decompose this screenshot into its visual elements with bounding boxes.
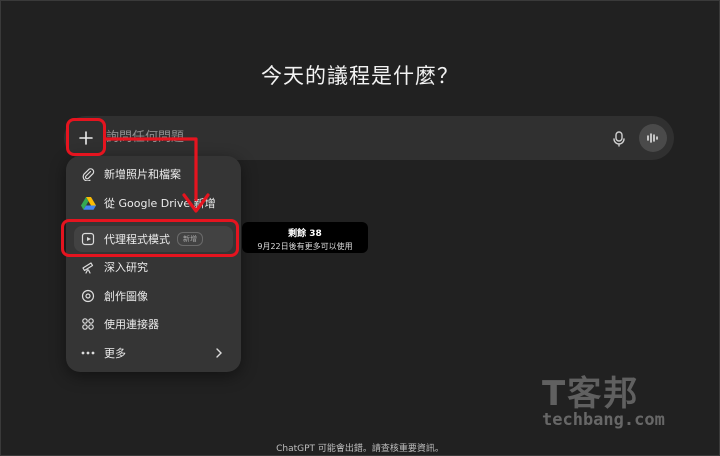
more-dots-icon bbox=[80, 345, 96, 361]
menu-item-label: 創作圖像 bbox=[104, 290, 148, 303]
tooltip-remaining: 剩餘 38 bbox=[288, 229, 322, 239]
watermark-logo: T客邦 bbox=[542, 374, 640, 414]
menu-item-create-image[interactable]: 創作圖像 bbox=[74, 283, 233, 309]
chevron-right-icon bbox=[216, 348, 222, 358]
voice-mode-button[interactable] bbox=[639, 124, 667, 152]
tooltip-reset-note: 9月22日後有更多可以使用 bbox=[257, 242, 353, 251]
telescope-icon bbox=[80, 259, 96, 275]
menu-item-connectors[interactable]: 使用連接器 bbox=[74, 311, 233, 337]
microphone-button[interactable] bbox=[608, 128, 630, 150]
usage-tooltip: 剩餘 38 9月22日後有更多可以使用 bbox=[242, 222, 368, 253]
annotation-arrow bbox=[104, 137, 210, 213]
menu-item-more[interactable]: 更多 bbox=[74, 340, 233, 366]
microphone-icon bbox=[613, 131, 625, 147]
techbang-watermark: T客邦 techbang.com bbox=[538, 366, 708, 436]
page-headline: 今天的議程是什麼？ bbox=[261, 64, 459, 88]
image-create-icon bbox=[80, 288, 96, 304]
menu-item-label: 使用連接器 bbox=[104, 318, 159, 331]
menu-item-deep-research[interactable]: 深入研究 bbox=[74, 254, 233, 280]
menu-item-label: 更多 bbox=[104, 347, 126, 360]
google-drive-icon bbox=[80, 195, 96, 211]
paperclip-icon bbox=[80, 166, 96, 182]
connector-icon bbox=[80, 316, 96, 332]
waveform-icon bbox=[647, 133, 658, 143]
watermark-url: techbang.com bbox=[542, 410, 665, 430]
disclaimer-text: ChatGPT 可能會出錯。請查核重要資訊。 bbox=[276, 444, 444, 454]
menu-item-label: 深入研究 bbox=[104, 261, 148, 274]
